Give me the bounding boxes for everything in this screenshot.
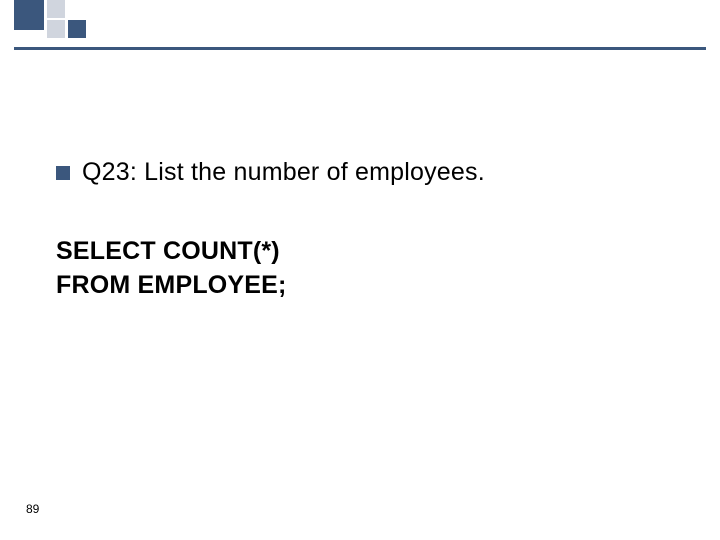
slide-decoration bbox=[0, 0, 720, 50]
corner-square-small-dark bbox=[68, 20, 86, 38]
sql-line-2: FROM EMPLOYEE; bbox=[56, 269, 676, 303]
corner-square-light-top bbox=[47, 0, 65, 18]
sql-line-1: SELECT COUNT(*) bbox=[56, 235, 676, 269]
corner-square-light-bottom bbox=[47, 20, 65, 38]
horizontal-divider bbox=[14, 47, 706, 50]
corner-square-large bbox=[14, 0, 44, 30]
question-text: Q23: List the number of employees. bbox=[82, 158, 485, 187]
page-number: 89 bbox=[26, 502, 39, 516]
square-bullet-icon bbox=[56, 166, 70, 180]
bullet-item: Q23: List the number of employees. bbox=[56, 158, 676, 187]
sql-code-block: SELECT COUNT(*) FROM EMPLOYEE; bbox=[56, 235, 676, 303]
slide-content: Q23: List the number of employees. SELEC… bbox=[56, 158, 676, 303]
